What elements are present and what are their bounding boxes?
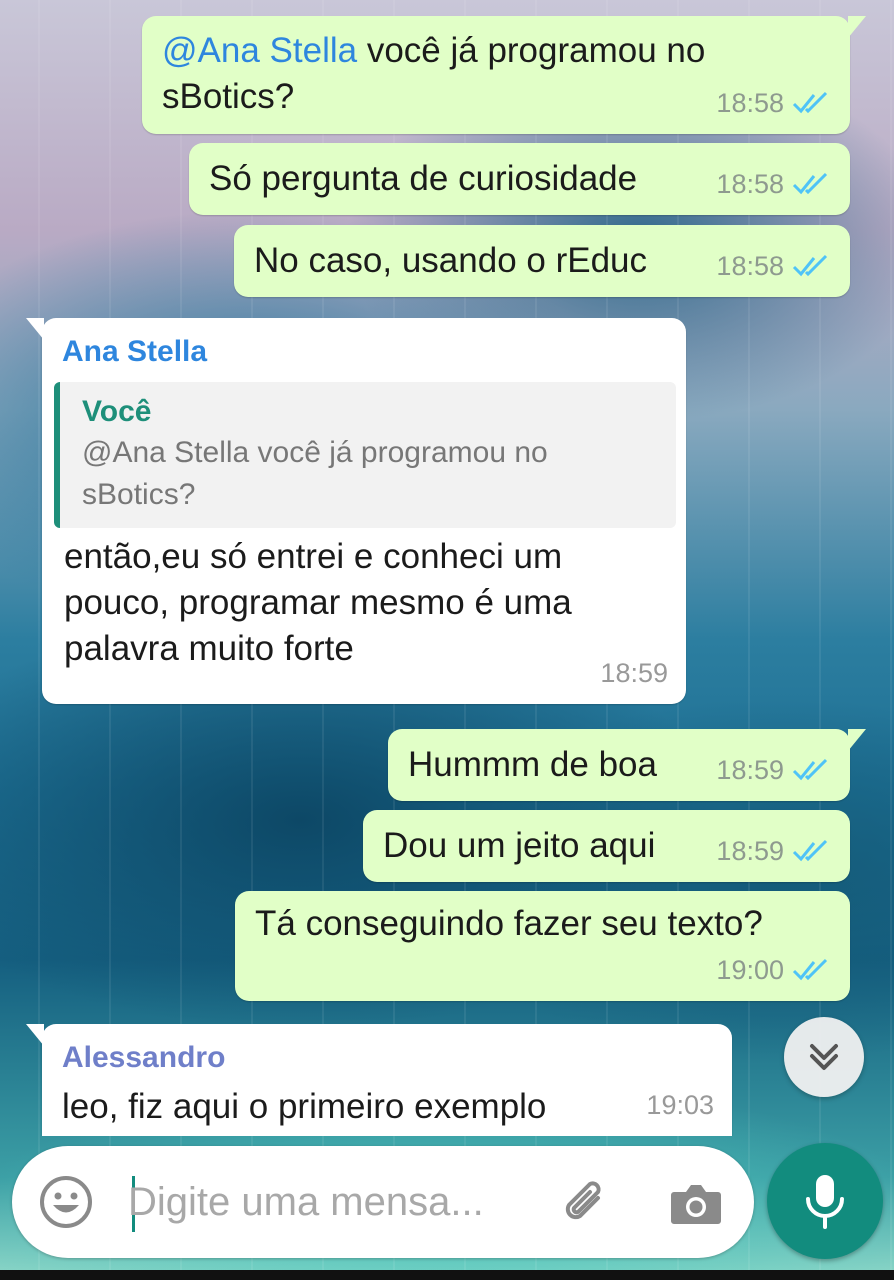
quoted-author: Você: [82, 395, 152, 428]
message-meta: 18:58: [716, 80, 832, 126]
message-bubble[interactable]: Hummm de boa 18:59: [388, 729, 866, 801]
voice-message-button[interactable]: [767, 1143, 883, 1259]
microphone-icon: [806, 1175, 844, 1229]
message-meta: 18:59: [716, 828, 832, 874]
emoji-icon[interactable]: [38, 1174, 94, 1230]
message-text: Tá conseguindo fazer seu texto?: [255, 904, 763, 943]
scroll-to-bottom-button[interactable]: [784, 1017, 864, 1097]
message-bubble[interactable]: Tá conseguindo fazer seu texto? 19:00: [235, 891, 850, 1001]
quoted-text: @Ana Stella você já programou no sBotics…: [82, 436, 548, 511]
double-check-icon: [792, 172, 828, 195]
message-bubble[interactable]: No caso, usando o rEduc 18:58: [234, 225, 850, 297]
message-composer: [12, 1146, 754, 1258]
quoted-message[interactable]: Você @Ana Stella você já programou no sB…: [54, 382, 676, 528]
system-navigation-bar: [0, 1270, 894, 1280]
message-bubble[interactable]: @Ana Stella você já programou no sBotics…: [142, 16, 866, 134]
message-meta: 18:58: [716, 243, 832, 289]
message-time: 18:58: [716, 169, 784, 199]
double-chevron-down-icon: [810, 1044, 838, 1070]
sender-name[interactable]: Alessandro: [62, 1038, 712, 1078]
message-meta: 19:00: [716, 947, 832, 993]
message-bubble[interactable]: Alessandro leo, fiz aqui o primeiro exem…: [26, 1024, 732, 1136]
message-time: 18:59: [716, 755, 784, 785]
message-time: 19:03: [646, 1090, 714, 1120]
message-meta: 18:59: [716, 747, 832, 793]
camera-icon[interactable]: [668, 1176, 724, 1230]
mention[interactable]: @Ana Stella: [162, 31, 357, 70]
message-time: 18:58: [716, 88, 784, 118]
message-meta: 18:58: [716, 161, 832, 207]
message-time: 18:59: [600, 658, 668, 688]
double-check-icon: [792, 254, 828, 277]
message-time: 19:00: [716, 955, 784, 985]
message-time: 18:58: [716, 251, 784, 281]
double-check-icon: [792, 958, 828, 981]
message-bubble[interactable]: Só pergunta de curiosidade 18:58: [189, 143, 850, 215]
double-check-icon: [792, 758, 828, 781]
double-check-icon: [792, 839, 828, 862]
sender-name[interactable]: Ana Stella: [54, 332, 676, 372]
double-check-icon: [792, 91, 828, 114]
message-meta: 18:59: [600, 650, 668, 696]
message-text: leo, fiz aqui o primeiro exemplo: [62, 1087, 547, 1126]
message-time: 18:59: [716, 836, 784, 866]
message-list[interactable]: @Ana Stella você já programou no sBotics…: [0, 0, 894, 1136]
message-text: então,eu só entrei e conheci um pouco, p…: [64, 537, 572, 668]
message-bubble[interactable]: Ana Stella Você @Ana Stella você já prog…: [26, 318, 686, 704]
message-bubble[interactable]: Dou um jeito aqui 18:59: [363, 810, 850, 882]
message-text: @Ana Stella você já programou no sBotics…: [162, 31, 706, 116]
message-meta: 19:03: [646, 1082, 714, 1128]
paperclip-icon[interactable]: [560, 1176, 614, 1230]
message-input[interactable]: [122, 1172, 542, 1232]
